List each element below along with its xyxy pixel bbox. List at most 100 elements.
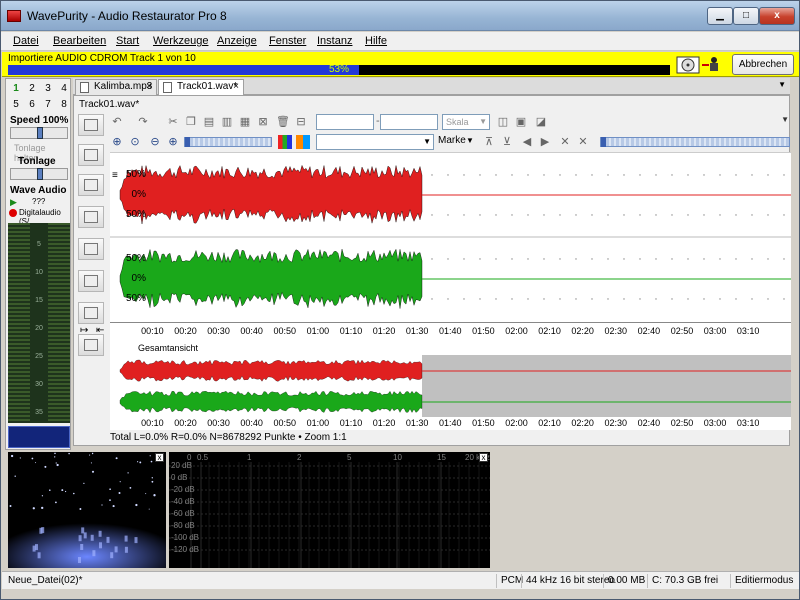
toolbar-overflow-icon[interactable]: ▼: [781, 115, 789, 124]
paste-mix-icon[interactable]: ▥: [220, 115, 234, 129]
preset-5[interactable]: 5: [11, 99, 21, 110]
effects-icon[interactable]: ◪: [534, 115, 548, 129]
wave-audio-value: ???: [32, 197, 46, 206]
marker-dropdown-icon[interactable]: ▼: [466, 136, 474, 145]
preset-1[interactable]: 1: [11, 83, 21, 94]
speed-slider[interactable]: [10, 127, 68, 139]
menu-instanz[interactable]: Instanz: [317, 35, 352, 47]
cut-icon[interactable]: ✂: [166, 115, 180, 129]
menu-hilfe[interactable]: Hilfe: [365, 35, 387, 47]
side-tool-button[interactable]: [78, 144, 104, 166]
menu-werkzeuge[interactable]: Werkzeuge: [153, 35, 208, 47]
progress-bar: 53%: [8, 64, 670, 75]
overview-panel[interactable]: Gesamtansicht 00:10 00:20 00:30 00:40 00:50 0…: [110, 340, 791, 430]
tab-track01[interactable]: Track01.wav* ×: [158, 79, 244, 95]
spectrum-db-label: -80 dB: [171, 521, 195, 530]
timeline-label: 01:30: [405, 326, 429, 336]
scale-combo[interactable]: Skala ▼: [442, 114, 490, 130]
menu-fenster[interactable]: Fenster: [269, 35, 306, 47]
preset-2[interactable]: 2: [27, 83, 37, 94]
color-map-icon[interactable]: [278, 135, 292, 149]
marker-next-icon[interactable]: ▶: [538, 135, 552, 149]
preset-6[interactable]: 6: [27, 99, 37, 110]
menu-start[interactable]: Start: [116, 35, 139, 47]
menu-bearbeiten[interactable]: Bearbeiten: [53, 35, 106, 47]
position-slider-thumb[interactable]: [601, 137, 606, 147]
side-tool-button[interactable]: [78, 334, 104, 356]
overview-timeline-label: 01:30: [405, 418, 429, 428]
waveform-display[interactable]: ≡ 50% 0% 50% 50% 0% 50%: [110, 152, 791, 342]
marker-label[interactable]: Marke: [438, 135, 466, 146]
tab-close-icon[interactable]: ×: [146, 80, 152, 94]
light-bar: [99, 542, 102, 549]
timeline-expand-icon[interactable]: ↦: [80, 325, 88, 336]
spectrum-view-icon[interactable]: [296, 135, 310, 149]
menu-datei[interactable]: Datei: [13, 35, 39, 47]
pitch-slider-thumb[interactable]: [37, 168, 43, 180]
side-tool-button[interactable]: [78, 206, 104, 228]
trim-icon[interactable]: ⊠: [256, 115, 270, 129]
copy-icon[interactable]: ❐: [184, 115, 198, 129]
marker-set-icon[interactable]: ⊼: [482, 135, 496, 149]
close-icon[interactable]: x: [479, 453, 488, 462]
marker-delete-icon[interactable]: ✕: [558, 135, 572, 149]
close-button[interactable]: x: [759, 7, 795, 25]
timeline-label: 00:30: [207, 326, 230, 336]
tab-close-icon[interactable]: ×: [233, 80, 239, 94]
paste-icon[interactable]: ▤: [202, 115, 216, 129]
tab-kalimba[interactable]: Kalimba.mp3 ×: [75, 79, 157, 95]
marker-prev-icon[interactable]: ◀: [520, 135, 534, 149]
overview-timeline-label: 03:10: [736, 418, 760, 428]
zoom-slider[interactable]: [184, 137, 272, 147]
spectrum-db-label: -60 dB: [171, 509, 195, 518]
preset-4[interactable]: 4: [59, 83, 69, 94]
side-tool-button[interactable]: [78, 114, 104, 136]
normalize-icon[interactable]: ◫: [496, 115, 510, 129]
abort-button[interactable]: Abbrechen: [732, 54, 794, 75]
fade-icon[interactable]: ▣: [514, 115, 528, 129]
waveform-canvas[interactable]: [110, 153, 791, 323]
crop-icon[interactable]: ▦: [238, 115, 252, 129]
status-free: C: 70.3 GB frei: [647, 574, 718, 588]
silence-icon[interactable]: ⊟: [294, 115, 308, 129]
overview-timeline-label: 00:50: [273, 418, 297, 428]
speed-slider-thumb[interactable]: [37, 127, 43, 139]
zoom-fit-icon[interactable]: ⊕: [110, 135, 124, 149]
undo-icon[interactable]: ↶: [110, 115, 124, 129]
side-tool-button[interactable]: [78, 238, 104, 260]
redo-icon[interactable]: ↷: [136, 115, 150, 129]
zoom-in-icon[interactable]: ⊕: [166, 135, 180, 149]
minimize-button[interactable]: ▁: [707, 7, 733, 25]
timeline-label: 01:10: [339, 326, 363, 336]
tabs-dropdown-icon[interactable]: ▼: [778, 80, 786, 89]
zoom-slider-thumb[interactable]: [185, 137, 190, 147]
close-icon[interactable]: x: [155, 453, 164, 462]
star: [149, 455, 151, 457]
side-tool-button[interactable]: [78, 174, 104, 196]
zoom-out-icon[interactable]: ⊖: [148, 135, 162, 149]
side-tool-button[interactable]: [78, 270, 104, 292]
file-icon: [80, 82, 89, 93]
preset-8[interactable]: 8: [59, 99, 69, 110]
window-title: WavePurity - Audio Restaurator Pro 8: [27, 9, 227, 23]
selection-start-input[interactable]: [316, 114, 374, 130]
timeline-contract-icon[interactable]: ⇤: [96, 325, 104, 336]
menu-anzeige[interactable]: Anzeige: [217, 35, 257, 47]
timeline-label: 01:40: [439, 326, 462, 336]
zoom-selection-icon[interactable]: ⊙: [128, 135, 142, 149]
side-tool-button[interactable]: [78, 302, 104, 324]
pitch-slider[interactable]: [10, 168, 68, 180]
timeline-ruler[interactable]: ↦ ⇤ 00:10 00:20 00:30 00:40 00:50 01:00 01:10 0…: [80, 322, 791, 338]
star: [9, 505, 12, 507]
overview-viewport[interactable]: [110, 355, 791, 417]
marker-edit-icon[interactable]: ⊻: [500, 135, 514, 149]
delete-icon[interactable]: 🗑: [276, 115, 290, 129]
marker-clear-icon[interactable]: ✕: [576, 135, 590, 149]
selection-end-input[interactable]: [380, 114, 438, 130]
preset-7[interactable]: 7: [43, 99, 53, 110]
marker-combo[interactable]: ▼: [316, 134, 434, 150]
preset-3[interactable]: 3: [43, 83, 53, 94]
maximize-button[interactable]: □: [733, 7, 759, 25]
position-slider[interactable]: [600, 137, 790, 147]
overview-timeline-label: 02:10: [538, 418, 561, 428]
